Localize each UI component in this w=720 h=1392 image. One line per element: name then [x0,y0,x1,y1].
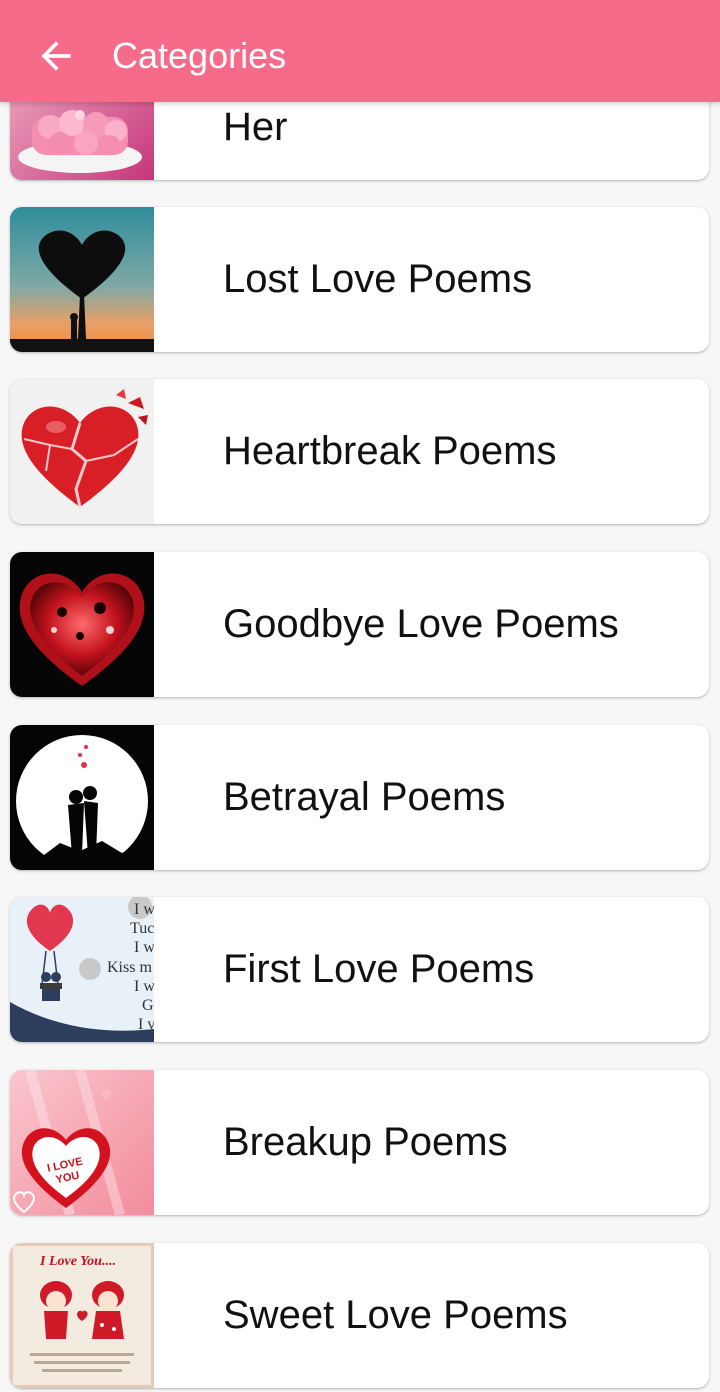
category-card-first-love[interactable]: I w Tuc I w Kiss m I w G I v First Love … [10,897,709,1042]
first-love-line: G [142,997,154,1014]
category-label: First Love Poems [223,947,535,991]
category-card-sweet-love[interactable]: I Love You.... Sweet Love Poems [10,1243,709,1388]
category-card-breakup[interactable]: I LOVE YOU Breakup Poems [10,1070,709,1215]
glowing-heart-image [10,552,154,697]
first-love-line: I v [138,1016,154,1033]
category-thumbnail: I Love You.... [10,1243,154,1388]
first-love-line: Kiss m [107,959,152,976]
couple-moon-image [10,725,154,870]
first-love-line: I w [134,901,154,918]
category-thumbnail: I w Tuc I w Kiss m I w G I v [10,897,154,1042]
category-label: Betrayal Poems [223,775,506,819]
page-title: Categories [112,35,287,76]
first-love-line: I w [134,978,154,995]
category-card-goodbye-love[interactable]: Goodbye Love Poems [10,552,709,697]
category-label: Goodbye Love Poems [223,602,619,646]
sweet-title: I Love You.... [39,1254,116,1269]
cartoon-couple-image: I Love You.... [10,1243,154,1388]
category-list: Her Lost Love Poems Heartbreak Poems Goo… [0,0,720,1392]
shattered-heart-image [10,379,154,524]
category-label: Heartbreak Poems [223,429,557,473]
category-card-heartbreak[interactable]: Heartbreak Poems [10,379,709,524]
back-button[interactable] [26,26,86,86]
category-label: Breakup Poems [223,1120,508,1164]
arrow-back-icon [41,41,71,71]
first-love-line: I w [134,939,154,956]
category-thumbnail [10,552,154,697]
category-thumbnail [10,725,154,870]
first-love-line: Tuc [130,920,154,937]
category-thumbnail: I LOVE YOU [10,1070,154,1215]
category-label: Sweet Love Poems [223,1293,568,1337]
category-thumbnail [10,379,154,524]
heart-balloon-swing-image: I w Tuc I w Kiss m I w G I v [10,897,154,1042]
category-card-lost-love[interactable]: Lost Love Poems [10,207,709,352]
category-thumbnail [10,207,154,352]
heart-tree-sunset-image [10,207,154,352]
category-card-betrayal[interactable]: Betrayal Poems [10,725,709,870]
category-label: Lost Love Poems [223,257,533,301]
i-love-you-heart-image: I LOVE YOU [10,1070,154,1215]
app-bar: Categories [0,0,720,102]
